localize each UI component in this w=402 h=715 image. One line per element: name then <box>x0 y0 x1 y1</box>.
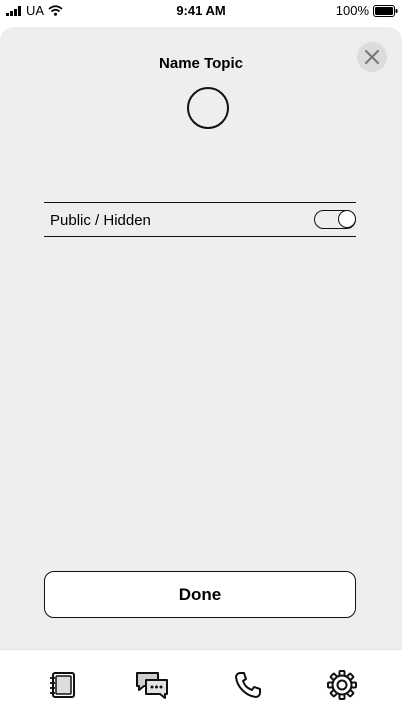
close-button[interactable] <box>357 42 387 72</box>
status-bar: UA 9:41 AM 100% <box>0 0 402 22</box>
chat-bubbles-icon <box>136 672 168 699</box>
done-button[interactable]: Done <box>44 571 356 618</box>
toggle-knob <box>338 210 356 228</box>
notebook-icon <box>50 672 75 698</box>
public-hidden-label: Public / Hidden <box>50 212 151 229</box>
tab-messages[interactable] <box>135 668 169 702</box>
public-hidden-row: Public / Hidden <box>44 202 356 237</box>
battery-percent: 100% <box>335 3 369 18</box>
sheet-title: Name Topic <box>159 55 243 72</box>
close-icon <box>365 50 379 64</box>
gear-icon <box>327 670 357 700</box>
tab-settings[interactable] <box>325 668 359 702</box>
name-topic-sheet: Name Topic Public / Hidden Done <box>0 27 402 649</box>
battery-icon <box>373 4 398 17</box>
tab-notebook[interactable] <box>45 668 79 702</box>
status-right: 100% <box>336 3 398 18</box>
tab-bar <box>0 649 402 715</box>
topic-icon-placeholder[interactable] <box>187 87 229 129</box>
public-hidden-toggle[interactable] <box>314 210 356 229</box>
phone-icon <box>235 672 261 698</box>
tab-calls[interactable] <box>231 668 265 702</box>
